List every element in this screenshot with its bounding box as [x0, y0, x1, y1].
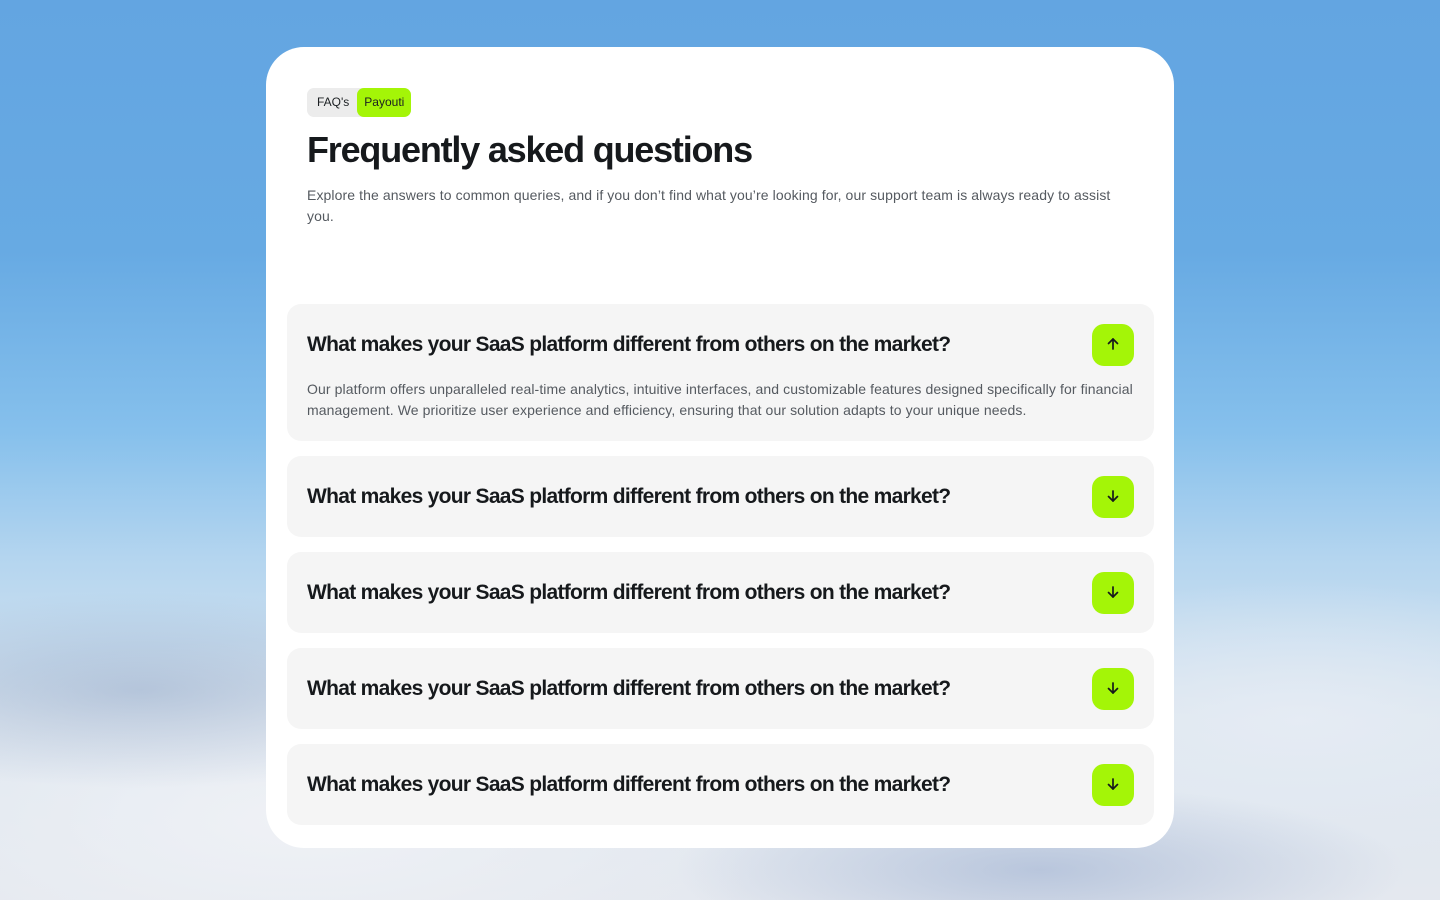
arrow-down-icon [1105, 584, 1121, 603]
page-title: Frequently asked questions [307, 129, 753, 170]
faq-question[interactable]: What makes your SaaS platform different … [307, 304, 951, 385]
faq-item-4[interactable]: What makes your SaaS platform different … [287, 648, 1154, 729]
expand-button[interactable] [1092, 668, 1134, 710]
arrow-down-icon [1105, 488, 1121, 507]
faq-list: What makes your SaaS platform different … [287, 304, 1154, 840]
faq-question[interactable]: What makes your SaaS platform different … [307, 648, 951, 729]
faq-item-5[interactable]: What makes your SaaS platform different … [287, 744, 1154, 825]
arrow-down-icon [1105, 776, 1121, 795]
arrow-down-icon [1105, 680, 1121, 699]
brand-tag: Payouti [357, 88, 412, 117]
faq-item-3[interactable]: What makes your SaaS platform different … [287, 552, 1154, 633]
faq-item-1[interactable]: What makes your SaaS platform different … [287, 304, 1154, 441]
faq-question[interactable]: What makes your SaaS platform different … [307, 552, 951, 633]
faq-question[interactable]: What makes your SaaS platform different … [307, 456, 951, 537]
page-subtitle: Explore the answers to common queries, a… [307, 187, 1111, 224]
expand-button[interactable] [1092, 764, 1134, 806]
faq-answer: Our platform offers unparalleled real-ti… [307, 381, 1133, 418]
expand-button[interactable] [1092, 476, 1134, 518]
faq-question[interactable]: What makes your SaaS platform different … [307, 744, 951, 825]
arrow-up-icon [1105, 336, 1121, 355]
tag-group: FAQ's Payouti [307, 88, 412, 117]
faq-tag: FAQ's [317, 95, 350, 109]
expand-button[interactable] [1092, 572, 1134, 614]
collapse-button[interactable] [1092, 324, 1134, 366]
faq-card: FAQ's Payouti Frequently asked questions… [266, 47, 1174, 848]
faq-item-2[interactable]: What makes your SaaS platform different … [287, 456, 1154, 537]
